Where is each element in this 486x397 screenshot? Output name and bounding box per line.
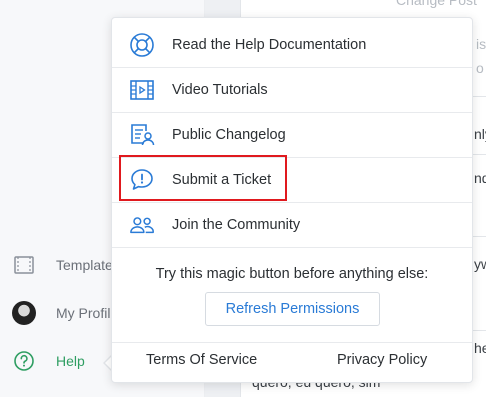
divider xyxy=(112,342,472,343)
menu-item-label: Read the Help Documentation xyxy=(172,37,367,53)
help-menu: Read the Help Documentation Video Tutori… xyxy=(111,17,473,383)
background-text-fragment: nd xyxy=(474,170,486,186)
background-text-fragment: nly xyxy=(474,126,486,142)
community-icon xyxy=(129,212,155,238)
menu-item-help-documentation[interactable]: Read the Help Documentation xyxy=(112,23,472,68)
refresh-permissions-button[interactable]: Refresh Permissions xyxy=(205,292,380,326)
background-text-fragment: he xyxy=(474,340,486,356)
film-icon xyxy=(129,77,155,103)
sidebar-item-label: Help xyxy=(56,353,85,369)
sidebar-item-label: My Profile xyxy=(56,305,119,321)
sidebar-item-help[interactable]: Help xyxy=(12,348,85,374)
lifebuoy-icon xyxy=(129,32,155,58)
menu-item-video-tutorials[interactable]: Video Tutorials xyxy=(112,68,472,113)
menu-item-label: Submit a Ticket xyxy=(172,172,272,188)
magic-button-hint: Try this magic button before anything el… xyxy=(155,266,429,282)
question-circle-icon xyxy=(12,349,36,373)
template-icon xyxy=(12,253,36,277)
terms-of-service-link[interactable]: Terms Of Service xyxy=(146,352,257,368)
sidebar-item-templates[interactable]: Templates xyxy=(12,252,120,278)
menu-item-public-changelog[interactable]: Public Changelog xyxy=(112,113,472,158)
changelog-icon xyxy=(129,122,155,148)
menu-item-label: Public Changelog xyxy=(172,127,286,143)
avatar xyxy=(12,301,36,325)
menu-item-submit-ticket[interactable]: Submit a Ticket xyxy=(112,158,472,203)
background-text-fragment: o xyxy=(476,60,484,76)
sidebar-item-my-profile[interactable]: My Profile xyxy=(12,300,118,326)
menu-item-label: Video Tutorials xyxy=(172,82,268,98)
change-post-header: Change Post xyxy=(396,0,477,8)
menu-item-label: Join the Community xyxy=(172,217,301,233)
background-text-fragment: yw xyxy=(474,256,486,272)
menu-item-join-community[interactable]: Join the Community xyxy=(112,203,472,248)
chat-alert-icon xyxy=(129,167,155,193)
background-text-fragment: is xyxy=(476,36,486,52)
privacy-policy-link[interactable]: Privacy Policy xyxy=(337,352,427,368)
